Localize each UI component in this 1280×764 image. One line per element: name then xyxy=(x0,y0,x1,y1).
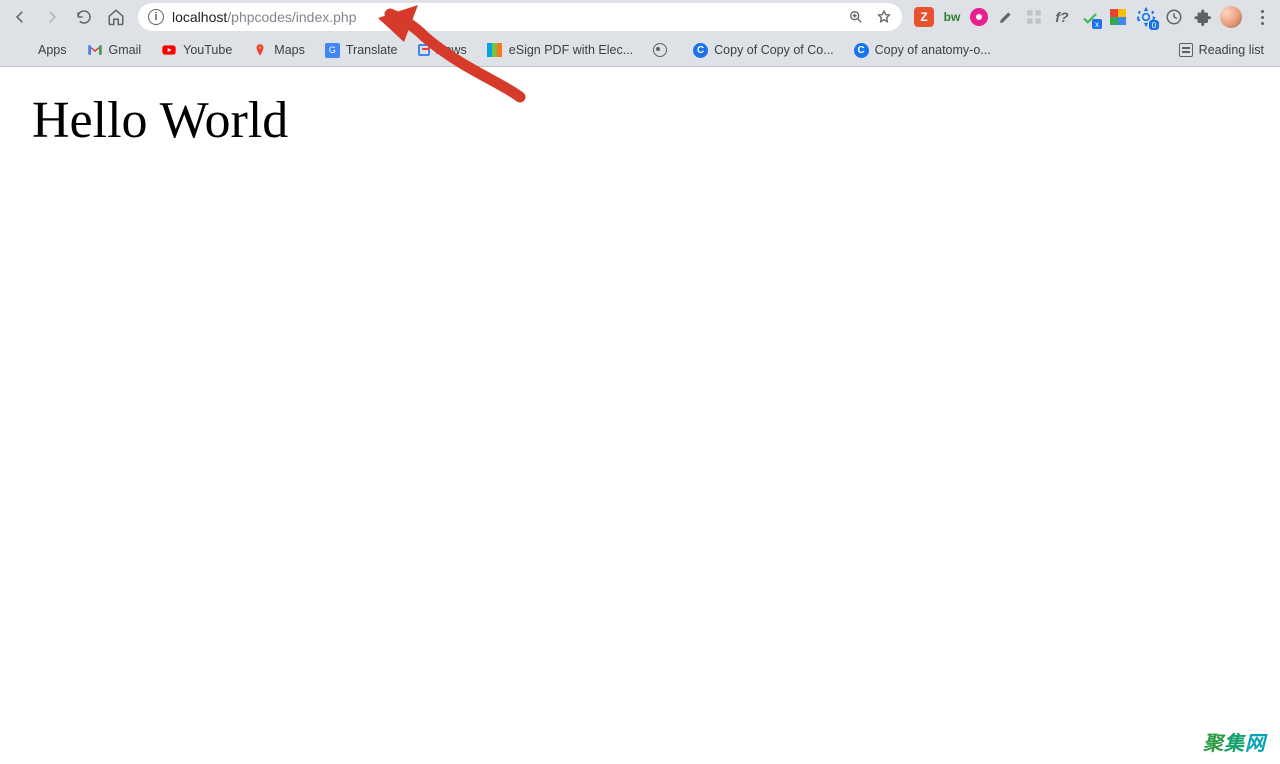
bookmark-apps[interactable]: Apps xyxy=(8,38,75,62)
bookmark-star-icon[interactable] xyxy=(876,9,892,25)
toolbar: i localhost/phpcodes/index.php Z bw f? xyxy=(0,0,1280,34)
esign-icon xyxy=(487,42,503,58)
ext-icon-1[interactable]: Z xyxy=(914,7,934,27)
gmail-icon xyxy=(87,42,103,58)
page-heading: Hello World xyxy=(32,91,1248,150)
bookmark-label: News xyxy=(436,43,467,57)
ext-settings-badge: 0 xyxy=(1149,20,1159,30)
arrow-right-icon xyxy=(43,8,61,26)
arrow-left-icon xyxy=(11,8,29,26)
url-host: localhost xyxy=(172,9,227,25)
bookmark-label: Copy of Copy of Co... xyxy=(714,43,834,57)
youtube-icon xyxy=(161,42,177,58)
coursera-icon: C xyxy=(693,43,708,58)
globe-icon xyxy=(653,43,667,57)
extensions-menu-icon[interactable] xyxy=(1192,7,1212,27)
url-path: /phpcodes/index.php xyxy=(227,9,356,25)
bookmark-label: eSign PDF with Elec... xyxy=(509,43,633,57)
apps-grid-icon xyxy=(16,42,32,58)
bookmark-news[interactable]: News xyxy=(410,39,475,61)
ext-icon-10[interactable] xyxy=(1164,7,1184,27)
home-button[interactable] xyxy=(102,3,130,31)
url-text: localhost/phpcodes/index.php xyxy=(172,9,356,25)
zoom-icon[interactable] xyxy=(848,9,864,25)
reading-list-label: Reading list xyxy=(1199,43,1264,57)
reading-list-icon xyxy=(1179,43,1193,57)
news-icon xyxy=(418,44,430,56)
ext-icon-2[interactable]: bw xyxy=(942,7,962,27)
page-body: Hello World xyxy=(0,67,1280,174)
ext-icon-5[interactable] xyxy=(1024,7,1044,27)
chrome-menu-button[interactable] xyxy=(1250,5,1274,29)
bookmark-esign[interactable]: eSign PDF with Elec... xyxy=(479,38,641,62)
ext-whatfont-icon[interactable]: f? xyxy=(1052,7,1072,27)
forward-button[interactable] xyxy=(38,3,66,31)
bookmark-label: Translate xyxy=(346,43,398,57)
bookmark-globe[interactable] xyxy=(645,39,681,61)
ext-icon-3[interactable] xyxy=(970,8,988,26)
reload-icon xyxy=(75,8,93,26)
bookmark-maps[interactable]: Maps xyxy=(244,38,313,62)
extensions-area: Z bw f? x 0 xyxy=(910,5,1274,29)
watermark-text: 聚集网 xyxy=(1203,727,1266,756)
bookmark-label: Gmail xyxy=(109,43,142,57)
bookmarks-bar: Apps Gmail YouTube Maps G Translate Ne xyxy=(0,34,1280,66)
reading-list-button[interactable]: Reading list xyxy=(1171,39,1272,61)
bookmark-label: Apps xyxy=(38,43,67,57)
bookmark-copy1[interactable]: C Copy of Copy of Co... xyxy=(685,39,842,62)
home-icon xyxy=(107,8,125,26)
ext-settings-icon[interactable]: 0 xyxy=(1136,7,1156,27)
profile-avatar[interactable] xyxy=(1220,6,1242,28)
address-bar[interactable]: i localhost/phpcodes/index.php xyxy=(138,3,902,31)
bookmark-label: YouTube xyxy=(183,43,232,57)
bookmark-label: Copy of anatomy-o... xyxy=(875,43,991,57)
ext-color-picker-icon[interactable] xyxy=(996,7,1016,27)
browser-chrome: i localhost/phpcodes/index.php Z bw f? xyxy=(0,0,1280,67)
bookmark-translate[interactable]: G Translate xyxy=(317,39,406,62)
bookmark-copy2[interactable]: C Copy of anatomy-o... xyxy=(846,39,999,62)
coursera-icon: C xyxy=(854,43,869,58)
bookmark-youtube[interactable]: YouTube xyxy=(153,38,240,62)
bookmark-label: Maps xyxy=(274,43,305,57)
bookmark-gmail[interactable]: Gmail xyxy=(79,38,150,62)
back-button[interactable] xyxy=(6,3,34,31)
ext-icon-7[interactable]: x xyxy=(1080,7,1100,27)
translate-icon: G xyxy=(325,43,340,58)
maps-icon xyxy=(252,42,268,58)
site-info-icon[interactable]: i xyxy=(148,9,164,25)
reload-button[interactable] xyxy=(70,3,98,31)
ext-icon-8[interactable] xyxy=(1108,7,1128,27)
